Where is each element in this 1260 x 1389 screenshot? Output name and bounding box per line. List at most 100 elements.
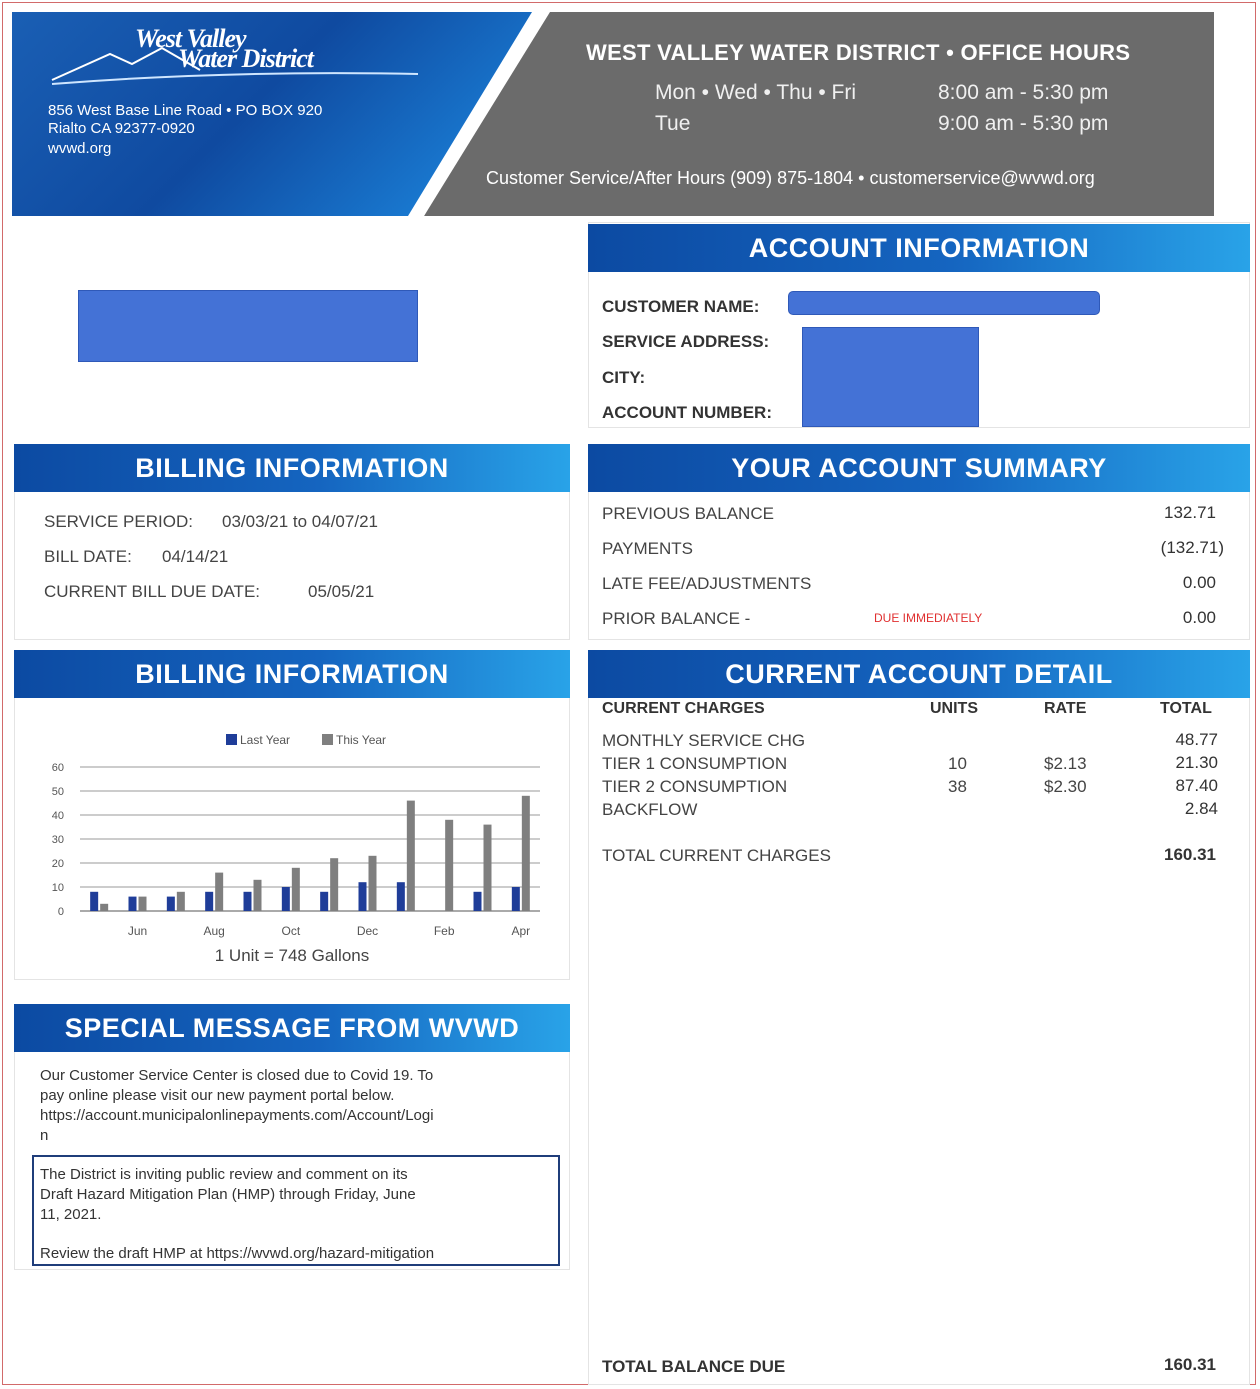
service-period-label: SERVICE PERIOD: xyxy=(44,512,193,531)
customer-service-contact: Customer Service/After Hours (909) 875-1… xyxy=(486,168,1095,188)
summary-value-previous-balance: 132.71 xyxy=(1164,503,1216,522)
message-line: Our Customer Service Center is closed du… xyxy=(40,1067,434,1084)
summary-value-late-fee: 0.00 xyxy=(1182,573,1216,592)
detail-row-label: MONTHLY SERVICE CHG xyxy=(602,731,806,750)
x-tick-label: Oct xyxy=(281,924,300,938)
bar-this-year xyxy=(176,891,185,911)
hours-time-1: 8:00 am - 5:30 pm xyxy=(938,81,1109,104)
bar-this-year xyxy=(100,903,109,911)
bar-this-year xyxy=(215,872,224,911)
hours-days-1: Mon • Wed • Thu • Fri xyxy=(655,81,857,104)
x-tick-label: Apr xyxy=(511,924,530,938)
summary-label-late-fee: LATE FEE/ADJUSTMENTS xyxy=(602,574,812,593)
x-tick-label: Aug xyxy=(203,924,224,938)
legend-label: This Year xyxy=(336,733,386,747)
bar-last-year xyxy=(320,891,329,911)
hmp-line: The District is inviting public review a… xyxy=(40,1166,408,1183)
detail-row-label: TIER 1 CONSUMPTION xyxy=(602,754,788,773)
special-message-title: SPECIAL MESSAGE FROM WVWD xyxy=(14,1004,570,1052)
legend-swatch xyxy=(226,734,237,745)
payment-portal-link[interactable]: https://account.municipalonlinepayments.… xyxy=(40,1106,434,1126)
detail-header-units: UNITS xyxy=(930,700,978,717)
detail-row-total: 87.40 xyxy=(1175,776,1218,795)
summary-label-prior-balance: PRIOR BALANCE - xyxy=(602,609,751,628)
bar-this-year xyxy=(291,867,300,911)
bar-this-year xyxy=(406,800,415,911)
total-current-charges-value: 160.31 xyxy=(1164,845,1216,864)
detail-header-rate: RATE xyxy=(1044,700,1087,717)
legend-label: Last Year xyxy=(240,733,290,747)
bar-this-year xyxy=(253,879,262,911)
total-current-charges-label: TOTAL CURRENT CHARGES xyxy=(602,846,831,865)
detail-header-charges: CURRENT CHARGES xyxy=(602,700,765,717)
y-tick-label: 60 xyxy=(52,762,64,774)
bar-this-year xyxy=(483,824,492,911)
y-tick-label: 20 xyxy=(52,858,64,870)
summary-label-payments: PAYMENTS xyxy=(602,539,693,558)
y-tick-label: 40 xyxy=(52,810,64,822)
current-detail-title: CURRENT ACCOUNT DETAIL xyxy=(588,650,1250,698)
city-label: CITY: xyxy=(602,368,646,387)
y-tick-label: 10 xyxy=(52,882,64,894)
bar-last-year xyxy=(473,891,482,911)
detail-header-total: TOTAL xyxy=(1160,700,1212,717)
summary-label-previous-balance: PREVIOUS BALANCE xyxy=(602,504,774,523)
hours-days-2: Tue xyxy=(655,112,691,135)
logo-text-line2: Water District xyxy=(178,44,314,73)
x-tick-label: Jun xyxy=(128,924,147,938)
detail-row-label: TIER 2 CONSUMPTION xyxy=(602,777,788,796)
total-balance-due-label: TOTAL BALANCE DUE xyxy=(602,1357,786,1376)
bar-this-year xyxy=(138,896,147,911)
district-address-line2: Rialto CA 92377-0920 xyxy=(48,120,195,137)
unit-footnote: 1 Unit = 748 Gallons xyxy=(214,946,370,965)
detail-row-label: BACKFLOW xyxy=(602,800,698,819)
detail-row-total: 21.30 xyxy=(1175,753,1218,772)
bar-last-year xyxy=(166,896,175,911)
billing-information-title: BILLING INFORMATION xyxy=(14,444,570,492)
bar-this-year xyxy=(521,795,530,911)
bar-this-year xyxy=(368,855,377,911)
message-line: pay online please visit our new payment … xyxy=(40,1087,395,1104)
hmp-line: Draft Hazard Mitigation Plan (HMP) throu… xyxy=(40,1186,416,1203)
detail-row-total: 2.84 xyxy=(1184,799,1218,818)
detail-row-units: 38 xyxy=(948,777,967,796)
message-line: n xyxy=(40,1127,49,1144)
service-address-label: SERVICE ADDRESS: xyxy=(602,332,770,351)
account-number-label: ACCOUNT NUMBER: xyxy=(602,403,772,422)
detail-row-total: 48.77 xyxy=(1175,730,1218,749)
bar-last-year xyxy=(90,891,99,911)
x-tick-label: Dec xyxy=(357,924,378,938)
y-tick-label: 0 xyxy=(58,906,64,918)
hmp-line: 11, 2021. xyxy=(40,1206,102,1223)
detail-row-rate: $2.13 xyxy=(1044,754,1087,773)
office-hours-title: WEST VALLEY WATER DISTRICT • OFFICE HOUR… xyxy=(586,40,1131,65)
bar-last-year xyxy=(358,882,367,911)
legend-swatch xyxy=(322,734,333,745)
bar-last-year xyxy=(243,891,252,911)
summary-value-prior-balance: 0.00 xyxy=(1182,608,1216,627)
due-date-value: 05/05/21 xyxy=(308,582,375,601)
district-website: wvwd.org xyxy=(48,140,112,157)
customer-name-redaction xyxy=(788,291,1100,315)
hmp-review-link[interactable]: Review the draft HMP at https://wvwd.org… xyxy=(40,1244,434,1264)
bar-last-year xyxy=(396,882,405,911)
bar-this-year xyxy=(445,819,454,911)
summary-value-payments: (132.71) xyxy=(1160,538,1224,557)
usage-chart-title: BILLING INFORMATION xyxy=(14,650,570,698)
due-date-label: CURRENT BILL DUE DATE: xyxy=(44,582,261,601)
account-summary-title: YOUR ACCOUNT SUMMARY xyxy=(588,444,1250,492)
customer-name-label: CUSTOMER NAME: xyxy=(602,297,760,316)
bar-this-year xyxy=(330,858,339,911)
bar-last-year xyxy=(281,887,290,911)
bar-last-year xyxy=(511,887,520,911)
detail-row-rate: $2.30 xyxy=(1044,777,1087,796)
bar-last-year xyxy=(128,896,137,911)
detail-row-units: 10 xyxy=(948,754,967,773)
mailing-address-redaction xyxy=(78,290,418,362)
district-address-line1: 856 West Base Line Road • PO BOX 920 xyxy=(48,102,323,119)
usage-bar-chart: 0 10 20 30 40 50 60 Jun Aug Oct Dec Feb Apr Last Year… xyxy=(52,733,540,938)
x-tick-label: Feb xyxy=(434,924,455,938)
bill-date-value: 04/14/21 xyxy=(162,547,229,566)
hours-time-2: 9:00 am - 5:30 pm xyxy=(938,112,1109,135)
bill-date-label: BILL DATE: xyxy=(44,547,132,566)
